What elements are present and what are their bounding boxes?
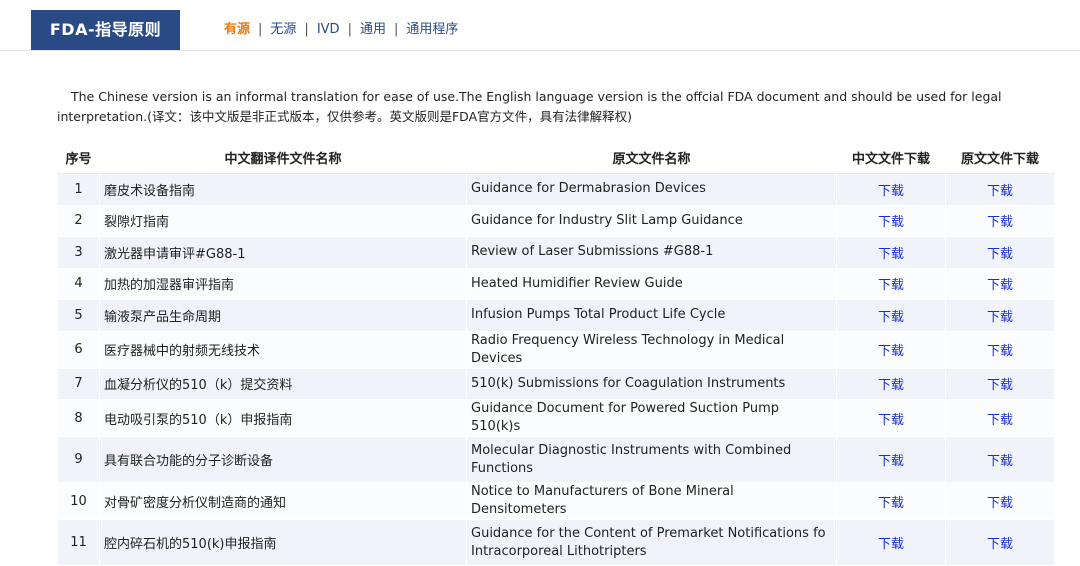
original-download-link[interactable]: 下载	[945, 299, 1055, 332]
chinese-title: 激光器申请审评#G88-1	[99, 236, 467, 269]
row-number: 5	[57, 299, 100, 332]
chinese-download-link[interactable]: 下载	[836, 299, 946, 332]
chinese-download-link[interactable]: 下载	[836, 436, 946, 483]
original-download-link[interactable]: 下载	[945, 173, 1055, 206]
nav-separator: |	[258, 22, 263, 37]
chinese-download-link[interactable]: 下载	[836, 367, 946, 400]
chinese-title: 裂隙灯指南	[99, 204, 467, 237]
nav-separator: |	[347, 22, 352, 37]
nav-separator: |	[304, 22, 309, 37]
chinese-download-link[interactable]: 下载	[836, 482, 946, 520]
chinese-title: 具有联合功能的分子诊断设备	[99, 436, 467, 483]
original-title: Guidance for the Content of Premarket No…	[466, 519, 837, 566]
table-row: 9 具有联合功能的分子诊断设备 Molecular Diagnostic Ins…	[57, 436, 1055, 483]
table-row: 5 输液泵产品生命周期 Infusion Pumps Total Product…	[57, 299, 1055, 332]
original-download-link[interactable]: 下载	[945, 236, 1055, 269]
row-number: 1	[57, 173, 100, 206]
row-number: 10	[57, 482, 100, 520]
chinese-title: 对骨矿密度分析仪制造商的通知	[99, 482, 467, 520]
row-number: 7	[57, 367, 100, 400]
guidance-table: 序号 中文翻译件文件名称 原文文件名称 中文文件下载 原文文件下载 1 磨皮术设…	[57, 140, 1055, 566]
chinese-download-link[interactable]: 下载	[836, 204, 946, 237]
original-download-link[interactable]: 下载	[945, 399, 1055, 437]
chinese-download-link[interactable]: 下载	[836, 330, 946, 369]
column-header-chinese-download: 中文文件下载	[836, 140, 946, 174]
original-title: Guidance for Industry Slit Lamp Guidance	[466, 204, 837, 237]
table-row: 11 腔内碎石机的510(k)申报指南 Guidance for the Con…	[57, 519, 1055, 566]
original-title: Notice to Manufacturers of Bone Mineral …	[466, 482, 837, 520]
row-number: 3	[57, 236, 100, 269]
original-download-link[interactable]: 下载	[945, 330, 1055, 369]
row-number: 6	[57, 330, 100, 369]
original-download-link[interactable]: 下载	[945, 267, 1055, 300]
chinese-download-link[interactable]: 下载	[836, 236, 946, 269]
table-row: 2 裂隙灯指南 Guidance for Industry Slit Lamp …	[57, 204, 1055, 237]
original-title: Infusion Pumps Total Product Life Cycle	[466, 299, 837, 332]
row-number: 9	[57, 436, 100, 483]
row-number: 2	[57, 204, 100, 237]
category-nav: 有源 | 无源 | IVD | 通用 | 通用程序	[224, 21, 458, 39]
original-title: Guidance for Dermabrasion Devices	[466, 173, 837, 206]
nav-item-active-source[interactable]: 有源	[224, 22, 250, 37]
column-header-number: 序号	[57, 140, 100, 174]
nav-item-general-procedures[interactable]: 通用程序	[406, 22, 458, 37]
original-download-link[interactable]: 下载	[945, 482, 1055, 520]
nav-item-ivd[interactable]: IVD	[317, 22, 340, 37]
table-row: 1 磨皮术设备指南 Guidance for Dermabrasion Devi…	[57, 173, 1055, 206]
row-number: 8	[57, 399, 100, 437]
table-row: 4 加热的加湿器审评指南 Heated Humidifier Review Gu…	[57, 267, 1055, 300]
original-title: Heated Humidifier Review Guide	[466, 267, 837, 300]
original-title: Review of Laser Submissions #G88-1	[466, 236, 837, 269]
chinese-download-link[interactable]: 下载	[836, 399, 946, 437]
table-row: 8 电动吸引泵的510（k）申报指南 Guidance Document for…	[57, 399, 1055, 437]
row-number: 4	[57, 267, 100, 300]
row-number: 11	[57, 519, 100, 566]
column-header-original-download: 原文文件下载	[945, 140, 1055, 174]
original-download-link[interactable]: 下载	[945, 204, 1055, 237]
chinese-download-link[interactable]: 下载	[836, 173, 946, 206]
nav-item-general[interactable]: 通用	[360, 22, 386, 37]
column-header-chinese-name: 中文翻译件文件名称	[99, 140, 467, 174]
chinese-title: 医疗器械中的射频无线技术	[99, 330, 467, 369]
table-header-row: 序号 中文翻译件文件名称 原文文件名称 中文文件下载 原文文件下载	[57, 140, 1055, 174]
top-header: FDA-指导原则 有源 | 无源 | IVD | 通用 | 通用程序	[0, 0, 1080, 51]
translation-notice: The Chinese version is an informal trans…	[57, 89, 1002, 124]
original-title: Radio Frequency Wireless Technology in M…	[466, 330, 837, 369]
chinese-title: 输液泵产品生命周期	[99, 299, 467, 332]
chinese-download-link[interactable]: 下载	[836, 519, 946, 566]
table-row: 3 激光器申请审评#G88-1 Review of Laser Submissi…	[57, 236, 1055, 269]
table-row: 6 医疗器械中的射频无线技术 Radio Frequency Wireless …	[57, 330, 1055, 369]
table-row: 7 血凝分析仪的510（k）提交资料 510(k) Submissions fo…	[57, 367, 1055, 400]
original-title: Molecular Diagnostic Instruments with Co…	[466, 436, 837, 483]
original-download-link[interactable]: 下载	[945, 436, 1055, 483]
original-title: Guidance Document for Powered Suction Pu…	[466, 399, 837, 437]
chinese-title: 电动吸引泵的510（k）申报指南	[99, 399, 467, 437]
chinese-title: 磨皮术设备指南	[99, 173, 467, 206]
original-title: 510(k) Submissions for Coagulation Instr…	[466, 367, 837, 400]
column-header-original-name: 原文文件名称	[466, 140, 837, 174]
brand-title: FDA-指导原则	[31, 10, 180, 50]
nav-item-passive[interactable]: 无源	[270, 22, 296, 37]
chinese-download-link[interactable]: 下载	[836, 267, 946, 300]
chinese-title: 加热的加湿器审评指南	[99, 267, 467, 300]
nav-separator: |	[393, 22, 399, 37]
chinese-title: 腔内碎石机的510(k)申报指南	[99, 519, 467, 566]
original-download-link[interactable]: 下载	[945, 519, 1055, 566]
table-row: 10 对骨矿密度分析仪制造商的通知 Notice to Manufacturer…	[57, 482, 1055, 520]
original-download-link[interactable]: 下载	[945, 367, 1055, 400]
chinese-title: 血凝分析仪的510（k）提交资料	[99, 367, 467, 400]
